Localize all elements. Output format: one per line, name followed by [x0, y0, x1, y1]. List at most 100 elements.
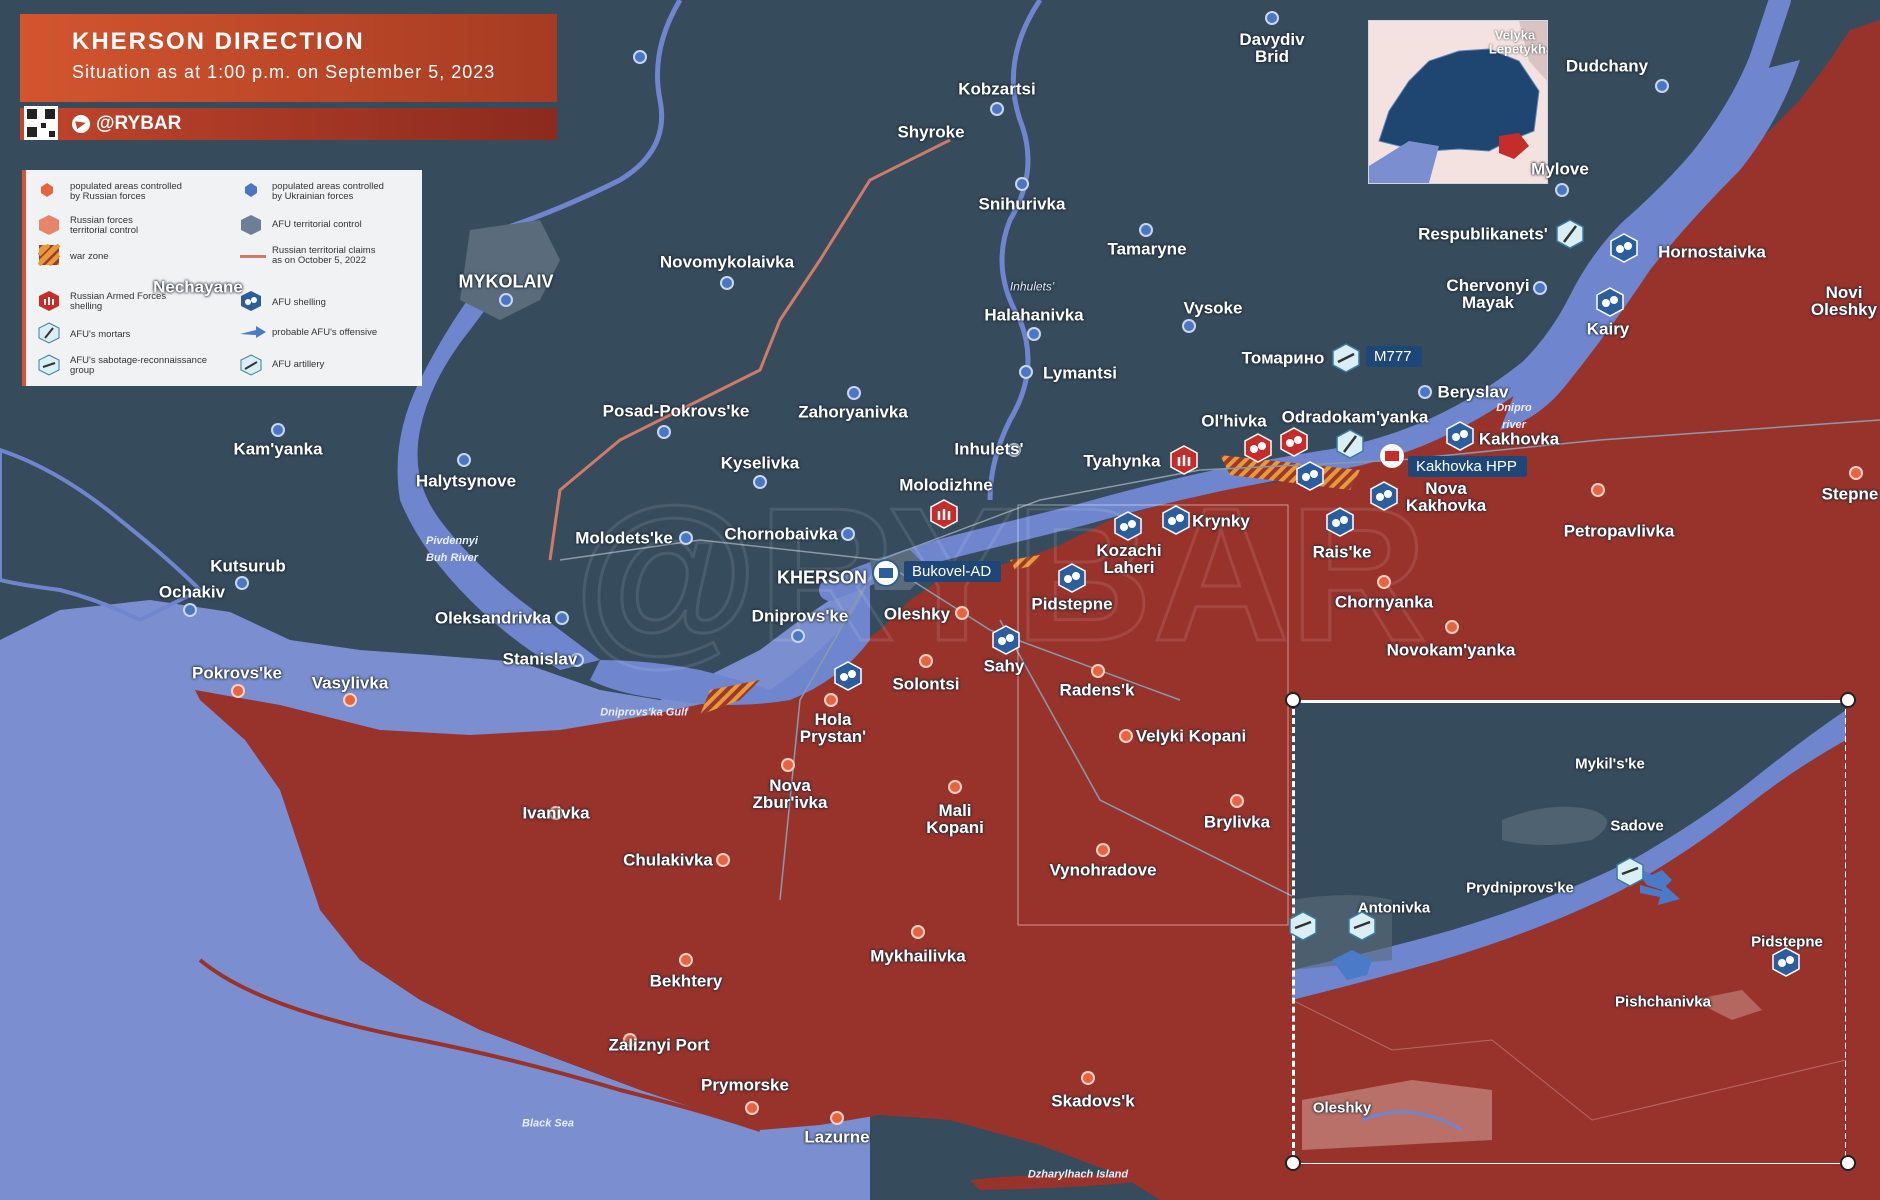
settlement-marker [1230, 794, 1244, 808]
settlement-marker [183, 603, 197, 617]
place-krynky: Krynky [1192, 511, 1250, 531]
russian-shelling-icon [39, 291, 59, 311]
place-kutsurub: Kutsurub [210, 556, 286, 576]
afu-offensive-arrow-icon [240, 326, 266, 338]
settlement-marker [1849, 466, 1863, 480]
place-kherson: KHERSON [776, 567, 868, 588]
place-lymantsi: Lymantsi [1042, 363, 1118, 383]
settlement-marker [555, 611, 569, 625]
afu-shelling-icon [1058, 563, 1086, 593]
place-stepne: Stepne [1821, 484, 1879, 504]
place-novokamyanka: Novokam'yanka [1386, 640, 1516, 660]
afu-shelling-icon [1326, 507, 1354, 537]
overview-inset-map: Velyka Lepetykha [1368, 20, 1548, 184]
afu-territory-icon [241, 215, 261, 235]
legend-label: probable AFU's offensive [272, 327, 378, 338]
kakhovka-hpp-tag: Kakhovka HPP [1408, 456, 1527, 477]
place-kamyanka: Kam'yanka [233, 439, 323, 459]
legend-label: populated areas controlled by Russian fo… [70, 181, 182, 202]
settlement-marker [1139, 223, 1153, 237]
place-davydiv-brid: Davydiv Brid [1239, 30, 1305, 66]
place-kobzartsi: Kobzartsi [958, 79, 1036, 99]
settlement-marker [1591, 483, 1605, 497]
m777-tag: M777 [1366, 346, 1422, 367]
place-odradokamyanka: Odradokam'yanka [1281, 407, 1429, 427]
place-mali-kopani: Mali Kopani [926, 801, 984, 837]
place-olhivka: Ol'hivka [1201, 411, 1267, 431]
afu-shelling-icon [241, 291, 261, 311]
place-kyselivka: Kyselivka [720, 453, 800, 473]
place-beryslav: Beryslav [1437, 382, 1509, 402]
afu-mortar-icon [38, 322, 60, 344]
settlement-marker [824, 693, 838, 707]
place-ivanivka: Ivanivka [522, 803, 590, 823]
place-raiske: Rais'ke [1312, 542, 1372, 562]
place-skadovsk: Skadovs'k [1051, 1091, 1135, 1111]
place-vynohradove: Vynohradove [1049, 860, 1157, 880]
place-velyki-kopani: Velyki Kopani [1135, 726, 1247, 746]
place-molodizhne: Molodizhne [899, 475, 993, 495]
place-kairy: Kairy [1586, 319, 1630, 339]
zoom-handle-bl[interactable] [1285, 1155, 1301, 1171]
settlement-marker [679, 953, 693, 967]
afu-offensive-arrow-icon [1640, 883, 1680, 905]
legend-label: Russian Armed Forces shelling [70, 291, 167, 312]
place-prymorske: Prymorske [701, 1075, 789, 1095]
water-dniprovska-gulf: Dniprovs'ka Gulf [600, 706, 688, 719]
place-chornobaivka: Chornobaivka [724, 524, 838, 544]
zoom-place-pishchanivka: Pishchanivka [1615, 993, 1711, 1011]
qr-code-icon [24, 106, 58, 140]
settlement-marker [955, 606, 969, 620]
place-snihurivka: Snihurivka [978, 194, 1066, 214]
place-inhulets: Inhulets' [954, 439, 1024, 459]
settlement-marker [1027, 327, 1041, 341]
settlement-marker [1445, 620, 1459, 634]
afu-shelling-icon [992, 625, 1020, 655]
zoom-handle-tl[interactable] [1285, 692, 1301, 708]
settlement-marker [1015, 177, 1029, 191]
afu-shelling-icon [1596, 287, 1624, 317]
place-ochakiv: Ochakiv [158, 582, 226, 602]
russian-shelling-icon [1170, 445, 1198, 475]
zoom-handle-br[interactable] [1840, 1155, 1856, 1171]
afu-sabotage-group-icon [1348, 911, 1376, 941]
water-dnipro-river: Dnipro river [1496, 402, 1532, 431]
settlement-marker [657, 425, 671, 439]
place-chervonyi-mayak: Chervonyi Mayak [1446, 276, 1530, 312]
settlement-marker [235, 576, 249, 590]
river-label-inhulets: Inhulets' [1009, 279, 1055, 294]
zoom-handle-tr[interactable] [1840, 692, 1856, 708]
settlement-marker [457, 453, 471, 467]
settlement-marker [1418, 385, 1432, 399]
settlement-marker [948, 780, 962, 794]
place-nova-zburivka: Nova Zbur'ivka [752, 776, 828, 812]
zoom-place-sadove: Sadove [1610, 817, 1664, 835]
legend-label: AFU territorial control [272, 219, 362, 230]
water-black-sea: Black Sea [522, 1117, 574, 1130]
place-novomykolaivka: Novomykolaivka [659, 252, 795, 272]
place-petropavlivka: Petropavlivka [1563, 521, 1675, 541]
settlement-marker [633, 50, 647, 64]
settlement-marker [1019, 365, 1033, 379]
afu-shelling-icon [1446, 421, 1474, 451]
place-oleshky: Oleshky [883, 604, 951, 624]
afu-sabotage-group-icon [1289, 911, 1317, 941]
afu-shelling-icon [1772, 947, 1800, 977]
settlement-marker [1555, 183, 1569, 197]
settlement-marker [919, 654, 933, 668]
place-tyahynka: Tyahynka [1083, 451, 1161, 471]
settlement-marker [781, 758, 795, 772]
place-mykolaiv: MYKOLAIV [458, 271, 554, 292]
place-hornostaivka: Hornostaivka [1658, 242, 1766, 262]
legend-label: AFU's sabotage-reconnaissance group [70, 355, 207, 376]
place-zaliznyi-port: Zaliznyi Port [608, 1035, 710, 1055]
zoom-place-mykilske: Mykil's'ke [1575, 755, 1645, 773]
ukrainian-populated-area-icon [245, 183, 257, 197]
settlement-marker [271, 423, 285, 437]
place-vysoke: Vysoke [1183, 298, 1243, 318]
russian-populated-area-icon [41, 183, 53, 197]
settlement-marker [231, 684, 245, 698]
place-respublikanets: Respublikanets' [1418, 224, 1548, 244]
zoom-place-oleshky: Oleshky [1312, 1099, 1372, 1117]
place-vasylivka: Vasylivka [311, 673, 389, 693]
